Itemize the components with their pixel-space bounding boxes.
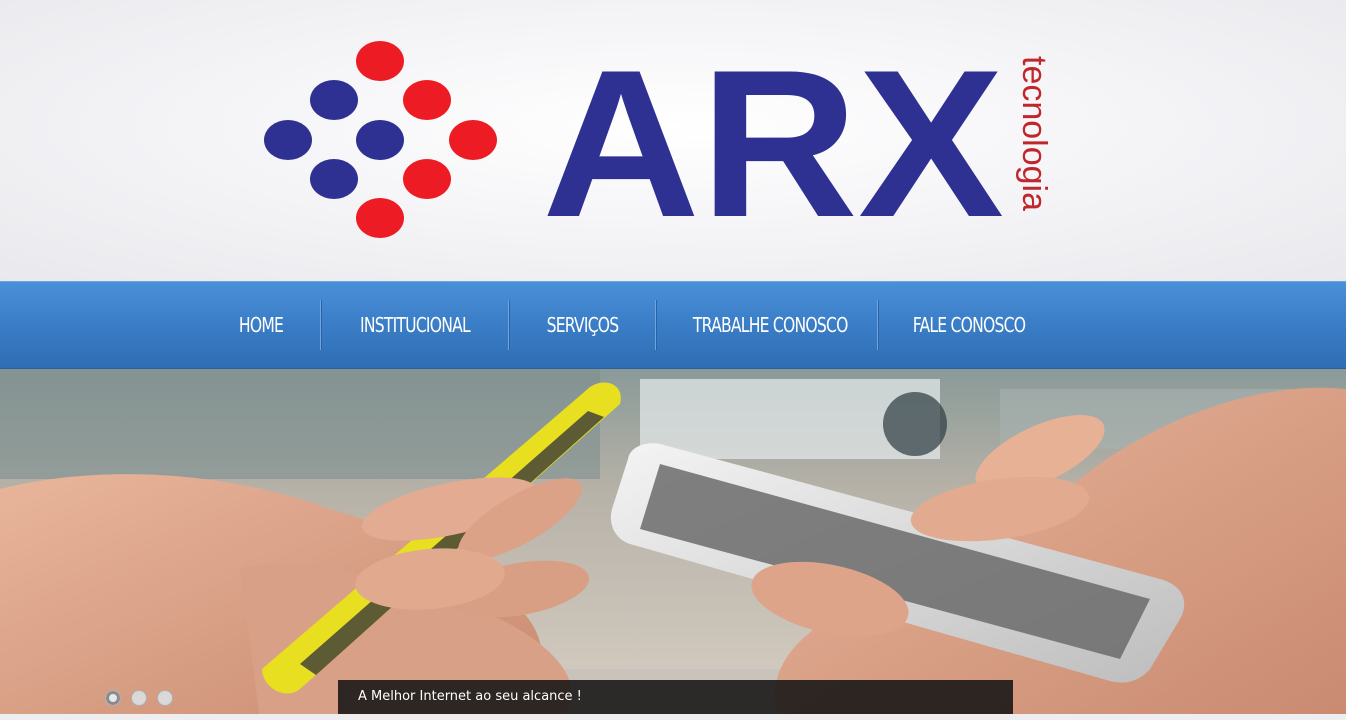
arx-logo[interactable]: ARX tecnologia <box>250 30 1070 250</box>
nav-fale-conosco[interactable]: FALE CONOSCO <box>912 300 1026 350</box>
main-navigation: HOME INSTITUCIONAL SERVIÇOS TRABALHE CON… <box>0 281 1346 370</box>
logo-dot <box>310 159 358 199</box>
page-bottom-edge <box>0 714 1346 720</box>
slide-caption-text: A Melhor Internet ao seu alcance ! <box>358 689 582 704</box>
slide-caption: A Melhor Internet ao seu alcance ! <box>338 680 1013 714</box>
slider-dot-2[interactable] <box>131 690 147 706</box>
logo-dot <box>356 120 404 160</box>
nav-divider <box>655 300 657 350</box>
hero-image <box>0 369 1346 720</box>
slider-dot-3[interactable] <box>157 690 173 706</box>
nav-home[interactable]: HOME <box>235 300 286 350</box>
logo-dot <box>264 120 312 160</box>
logo-wordmark: ARX <box>542 30 1004 250</box>
slider-dot-1[interactable] <box>105 690 121 706</box>
logo-dot <box>403 159 451 199</box>
site-header: ARX tecnologia <box>0 0 1346 281</box>
logo-dot <box>356 41 404 81</box>
logo-dot <box>403 80 451 120</box>
hero-slider <box>0 369 1346 720</box>
logo-subtext: tecnologia <box>1015 56 1053 211</box>
nav-servicos[interactable]: SERVIÇOS <box>542 300 624 350</box>
nav-divider <box>320 300 322 350</box>
nav-divider <box>877 300 879 350</box>
nav-divider <box>508 300 510 350</box>
nav-trabalhe-conosco[interactable]: TRABALHE CONOSCO <box>693 300 849 350</box>
logo-dot <box>356 198 404 238</box>
logo-dot <box>310 80 358 120</box>
nav-institucional[interactable]: INSTITUCIONAL <box>357 300 474 350</box>
logo-dot <box>449 120 497 160</box>
